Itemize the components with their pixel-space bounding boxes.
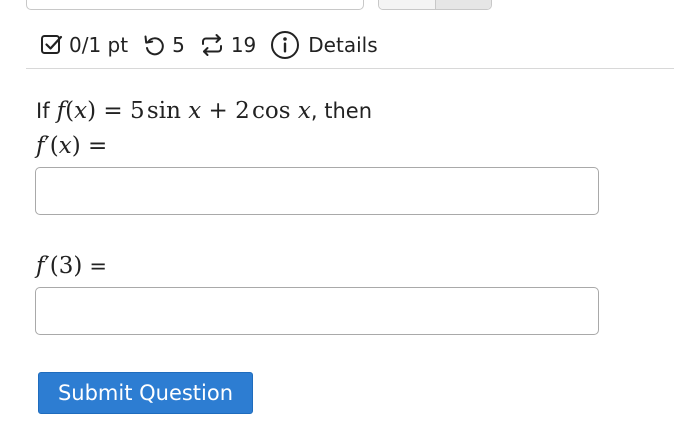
function-definition: f(x) = 5 sin x + 2 cos x xyxy=(56,98,311,124)
part2-label: f′(3) = xyxy=(36,253,107,279)
top-button-left[interactable] xyxy=(379,0,436,9)
attempts-item: 19 xyxy=(199,33,256,57)
question-status-bar: 0/1 pt 5 19 Details xyxy=(40,28,378,62)
question-prefix: If xyxy=(36,99,50,123)
part1-label: f′(x) = xyxy=(36,133,108,159)
repeat-icon xyxy=(199,33,225,57)
top-input-partial[interactable] xyxy=(26,0,364,10)
retry-icon xyxy=(142,33,166,57)
score-item: 0/1 pt xyxy=(40,33,128,57)
retries-count: 5 xyxy=(172,33,185,57)
question-suffix: , then xyxy=(310,99,372,123)
question-statement: If f(x) = 5 sin x + 2 cos x, then xyxy=(36,97,372,126)
retries-item: 5 xyxy=(142,33,185,57)
top-button-right[interactable] xyxy=(436,0,491,9)
submit-question-button[interactable]: Submit Question xyxy=(38,372,253,414)
checkbox-icon xyxy=(40,33,64,57)
status-divider xyxy=(26,68,674,69)
derivative-answer-input[interactable] xyxy=(35,167,599,215)
details-label[interactable]: Details xyxy=(308,33,377,57)
top-button-group-partial[interactable] xyxy=(378,0,492,10)
score-text: 0/1 pt xyxy=(69,33,129,57)
details-link[interactable]: Details xyxy=(270,30,378,60)
question-page: 0/1 pt 5 19 Details If f(x) = 5 sin x + … xyxy=(0,0,700,429)
info-icon xyxy=(270,30,300,60)
derivative-at-3-input[interactable] xyxy=(35,287,599,335)
attempts-count: 19 xyxy=(230,33,257,57)
